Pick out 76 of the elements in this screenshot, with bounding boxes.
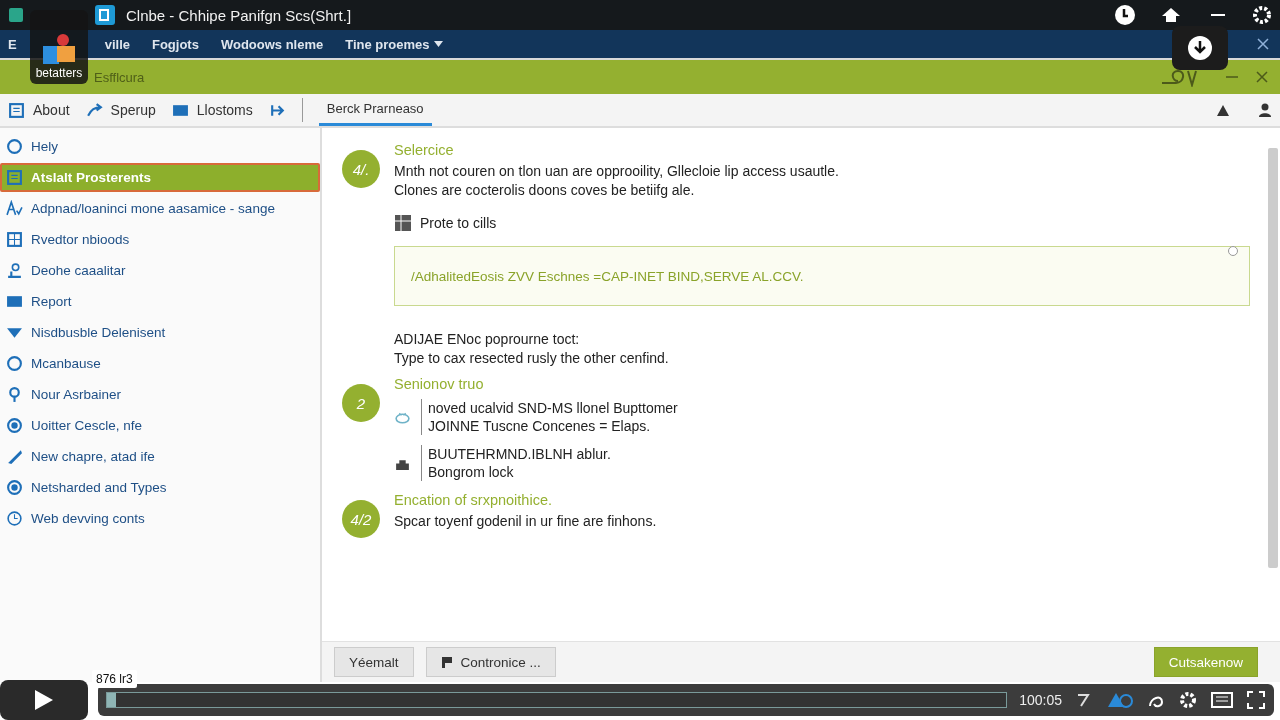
progress-track[interactable]: [106, 692, 1008, 708]
sidebar-item[interactable]: Web devving conts: [0, 504, 320, 533]
close-icon[interactable]: [1256, 37, 1270, 51]
sidebar-item[interactable]: Nisdbusble Delenisent: [0, 318, 320, 347]
clock-icon[interactable]: [1114, 4, 1136, 26]
step-badge: 4/.: [342, 150, 380, 188]
settings-icon[interactable]: [1252, 5, 1272, 25]
menu-item[interactable]: Wodoows nleme: [220, 36, 324, 52]
text-icon: [6, 200, 23, 217]
prote-link[interactable]: Prote to cills: [420, 215, 497, 231]
step-item-text: noved ucalvid SND-MS llonel Bupttomer JOINNE Tuscne Concenes = Elaps.: [421, 399, 678, 435]
globe-icon: [6, 479, 23, 496]
window-title: Clnbe - Chhipe Panifgn Scs(Shrt.]: [126, 6, 352, 24]
scrollbar[interactable]: [1268, 148, 1278, 568]
document-icon: [8, 101, 25, 119]
triangle-icon[interactable]: [1216, 103, 1230, 117]
sidebar-item[interactable]: Deohe caaalitar: [0, 256, 320, 285]
step-text: Mnth not couren on tlon uan are opprooility, Gllecloie lip access usautle. Clones are cocterolis doons coves be betiifg ale.: [394, 162, 840, 200]
menu-item[interactable]: Fogjots: [151, 36, 199, 52]
sidebar-item[interactable]: Uoitter Cescle, nfe: [0, 411, 320, 440]
toolbar-button[interactable]: Llostoms: [171, 99, 253, 121]
code-text: /AdhalitedEosis ZVV Eschnes =CAP-INET BIND,SERVE AL.CCV.: [411, 268, 804, 284]
close-icon[interactable]: [1254, 69, 1270, 85]
sidebar-item[interactable]: Mcanbause: [0, 349, 320, 378]
person-icon: [6, 262, 23, 279]
step-text: Spcar toyenf godenil in ur fine are finhons.: [394, 512, 658, 531]
comment-icon: [1227, 245, 1239, 257]
timestamp-tooltip: 876 lr3: [92, 670, 137, 688]
table-icon: [394, 214, 412, 232]
fullscreen-icon[interactable]: [1246, 690, 1266, 710]
theater-icon[interactable]: [1210, 690, 1234, 710]
step-badge: 4/2: [342, 500, 380, 538]
pin-icon: [6, 386, 23, 403]
arrow-icon: [85, 101, 103, 119]
clock-icon: [6, 510, 23, 527]
monitor-icon: [6, 293, 23, 310]
globe-icon: [6, 417, 23, 434]
step-title: Selercice: [394, 142, 455, 158]
playback-time: 100:05: [1019, 692, 1062, 708]
step-item-text: BUUTEHRMND.IBLNH ablur. Bongrom lock: [421, 445, 611, 481]
download-button[interactable]: [1172, 26, 1228, 70]
menu-item[interactable]: Tine proemes: [345, 36, 443, 52]
ribbon-label: Esfflcura: [94, 69, 145, 85]
grid-icon: [6, 231, 23, 248]
sidebar-item[interactable]: Rvedtor nbioods: [0, 225, 320, 254]
settings-icon[interactable]: [1178, 690, 1198, 710]
document-app-icon: [94, 4, 116, 26]
app-icon: [8, 6, 24, 24]
pen-icon: [6, 448, 23, 465]
channel-name: betatters: [35, 66, 83, 80]
menu-item[interactable]: ville: [104, 36, 130, 52]
chat-bubble-icon: [6, 355, 23, 372]
step-badge: 2: [342, 384, 380, 422]
button[interactable]: Yéemalt: [334, 647, 414, 677]
sidebar-item[interactable]: Hely: [0, 132, 320, 161]
button[interactable]: Contronice ...: [425, 647, 556, 677]
person-icon[interactable]: [1258, 102, 1272, 118]
chat-bubble-icon: [6, 138, 23, 155]
play-icon: [33, 688, 55, 712]
step-title: Senionov truo: [394, 376, 485, 392]
sidebar-item[interactable]: Netsharded and Types: [0, 473, 320, 502]
sidebar-item[interactable]: Nour Asrbainer: [0, 380, 320, 409]
tab[interactable]: Berck Prarneaso: [318, 94, 432, 126]
sidebar-item[interactable]: Report: [0, 287, 320, 316]
signature-icon: [1160, 67, 1200, 87]
toolbar-button[interactable]: Sperup: [85, 99, 156, 121]
step-text: ADIJAE ENoc poprourne toct: Type to cax resected rusly the other cenfind.: [394, 330, 670, 368]
sidebar-item[interactable]: Adpnad/loaninci mone aasamice - sange: [0, 194, 320, 223]
flag-icon: [440, 656, 453, 668]
play-button[interactable]: [0, 680, 88, 720]
toolbar-button[interactable]: About: [8, 99, 70, 121]
download-icon: [1187, 35, 1213, 61]
document-icon: [6, 169, 23, 186]
menu-item[interactable]: E: [8, 36, 17, 52]
step-title: Encation of srxpnoithice.: [394, 492, 553, 508]
sidebar-item[interactable]: New chapre, atad ife: [0, 442, 320, 471]
